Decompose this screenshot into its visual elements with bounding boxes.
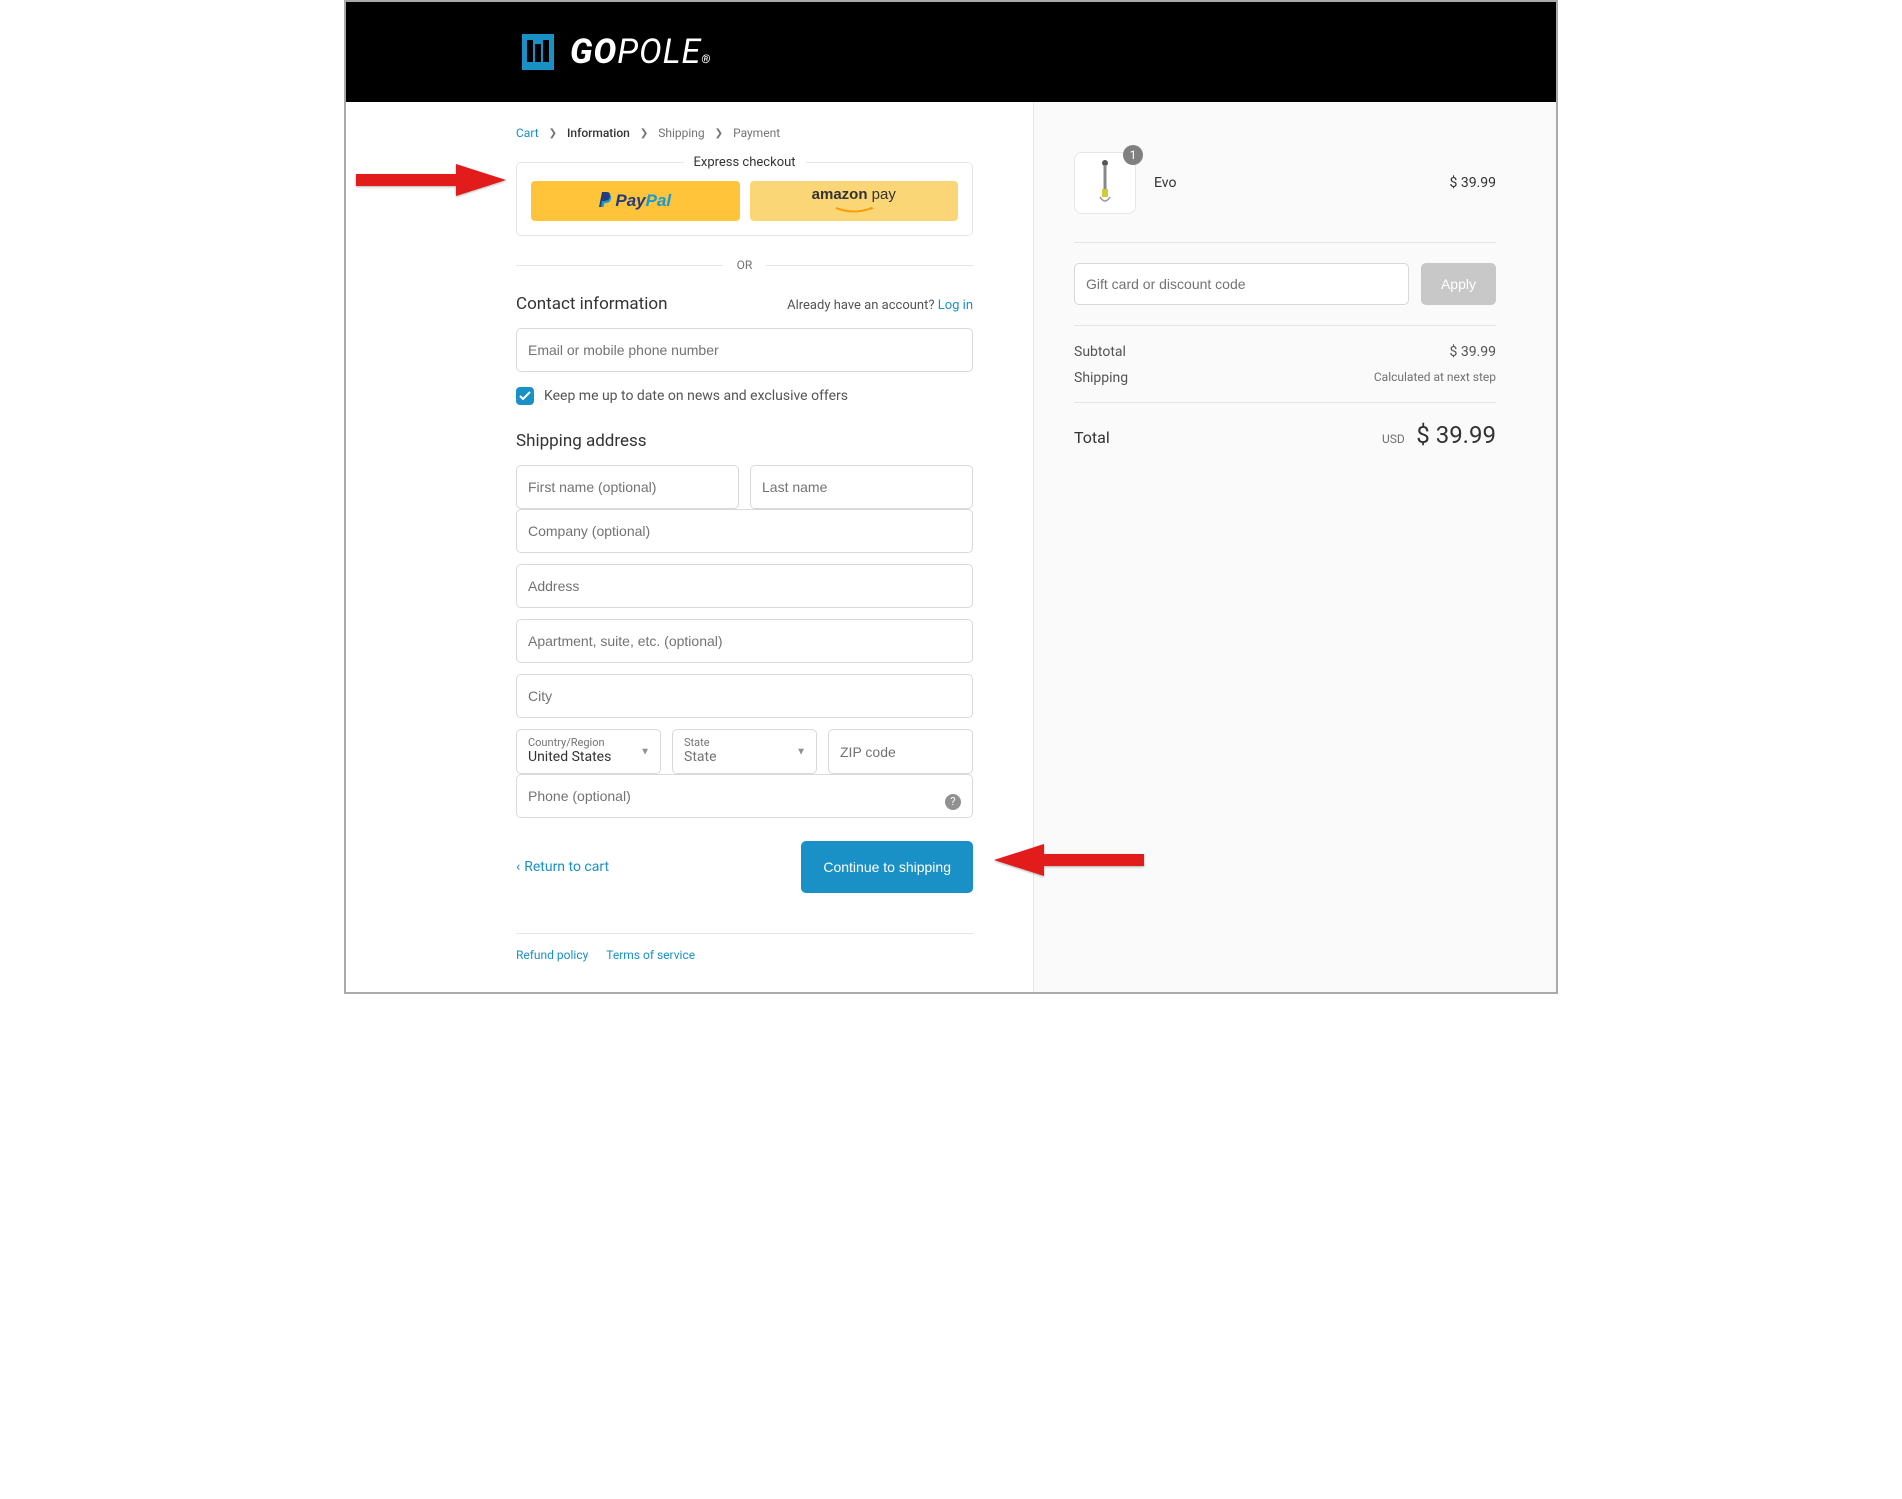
quantity-badge: 1 — [1123, 145, 1143, 165]
continue-to-shipping-button[interactable]: Continue to shipping — [801, 841, 973, 893]
logo[interactable]: GOPOLE® — [516, 30, 1556, 74]
subtotal-value: $ 39.99 — [1449, 344, 1496, 360]
breadcrumb-cart[interactable]: Cart — [516, 126, 539, 140]
subtotal-label: Subtotal — [1074, 344, 1126, 360]
address-field[interactable] — [516, 564, 973, 608]
amazon-pay-button[interactable]: amazon pay — [750, 181, 959, 221]
shipping-heading: Shipping address — [516, 431, 973, 451]
terms-of-service-link[interactable]: Terms of service — [606, 948, 695, 962]
product-thumbnail: 1 — [1074, 152, 1136, 214]
city-field[interactable] — [516, 674, 973, 718]
chevron-right-icon: ❯ — [549, 128, 557, 139]
cart-item: 1 Evo $ 39.99 — [1074, 152, 1496, 243]
email-field[interactable] — [516, 328, 973, 372]
header: GOPOLE® — [346, 2, 1556, 102]
paypal-logo: PayPal — [599, 191, 671, 211]
order-summary-panel: 1 Evo $ 39.99 Apply Subtotal $ 39.99 Shi… — [1034, 102, 1556, 992]
logo-icon — [516, 30, 560, 74]
company-field[interactable] — [516, 509, 973, 553]
refund-policy-link[interactable]: Refund policy — [516, 948, 588, 962]
discount-code-field[interactable] — [1074, 263, 1409, 305]
breadcrumb: Cart ❯ Information ❯ Shipping ❯ Payment — [516, 126, 973, 140]
newsletter-checkbox[interactable] — [516, 387, 534, 405]
login-link[interactable]: Log in — [938, 298, 973, 313]
express-checkout-title: Express checkout — [683, 155, 805, 170]
caret-down-icon: ▼ — [640, 746, 650, 757]
breadcrumb-payment: Payment — [733, 126, 780, 140]
chevron-right-icon: ❯ — [715, 128, 723, 139]
breadcrumb-shipping: Shipping — [658, 126, 704, 140]
main-panel: Cart ❯ Information ❯ Shipping ❯ Payment … — [346, 102, 1034, 992]
login-prompt: Already have an account? Log in — [787, 298, 973, 313]
paypal-button[interactable]: PayPal — [531, 181, 740, 221]
chevron-right-icon: ❯ — [640, 128, 648, 139]
first-name-field[interactable] — [516, 465, 739, 509]
state-select[interactable]: State State ▼ — [672, 729, 817, 774]
newsletter-label: Keep me up to date on news and exclusive… — [544, 388, 848, 404]
apply-discount-button[interactable]: Apply — [1421, 263, 1496, 305]
help-icon[interactable]: ? — [945, 794, 961, 810]
or-separator: OR — [516, 258, 973, 272]
chevron-left-icon: ‹ — [516, 859, 520, 875]
apartment-field[interactable] — [516, 619, 973, 663]
total-value: $ 39.99 — [1416, 421, 1496, 449]
breadcrumb-information: Information — [567, 126, 630, 140]
country-select[interactable]: Country/Region United States ▼ — [516, 729, 661, 774]
shipping-value: Calculated at next step — [1374, 370, 1496, 386]
shipping-label: Shipping — [1074, 370, 1128, 386]
last-name-field[interactable] — [750, 465, 973, 509]
caret-down-icon: ▼ — [796, 746, 806, 757]
currency-label: USD — [1382, 432, 1405, 446]
zip-field[interactable] — [828, 729, 973, 774]
product-price: $ 39.99 — [1449, 175, 1496, 191]
footer-links: Refund policy Terms of service — [516, 933, 973, 962]
express-checkout-box: Express checkout PayPal amazon pay — [516, 162, 973, 236]
phone-field[interactable] — [516, 774, 973, 818]
product-name: Evo — [1154, 175, 1431, 191]
contact-heading: Contact information — [516, 294, 667, 314]
total-label: Total — [1074, 428, 1110, 447]
return-to-cart-link[interactable]: ‹ Return to cart — [516, 859, 609, 875]
logo-text: GOPOLE® — [570, 32, 711, 72]
amazon-pay-logo: amazon pay — [812, 186, 896, 216]
